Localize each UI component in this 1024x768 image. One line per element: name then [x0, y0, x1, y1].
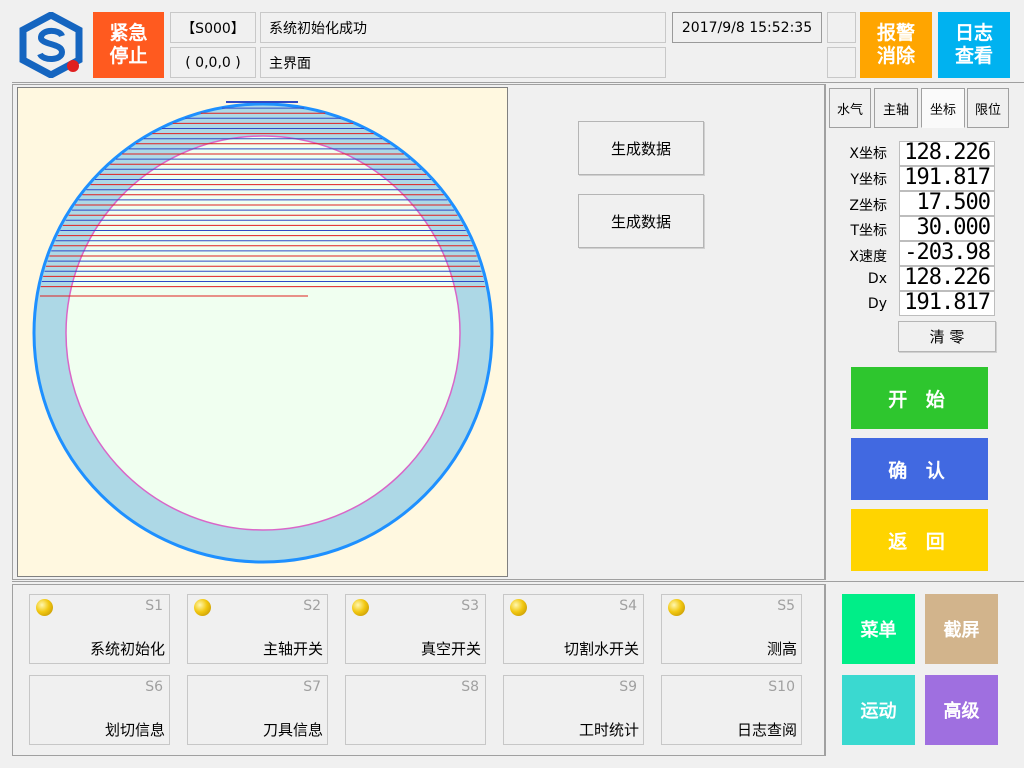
advanced-button[interactable]: 高级	[925, 675, 998, 745]
status-button-tool-info[interactable]: S7 刀具信息	[187, 675, 328, 745]
status-button-vacuum-switch[interactable]: S3 真空开关	[345, 594, 486, 664]
status-button-system-init[interactable]: S1 系统初始化	[29, 594, 170, 664]
status-button-spindle-switch[interactable]: S2 主轴开关	[187, 594, 328, 664]
generate-data-button-2[interactable]: 生成数据	[578, 194, 704, 248]
status-button-work-hours-stats[interactable]: S9 工时统计	[503, 675, 644, 745]
coord-label-x: X坐标	[849, 146, 887, 162]
status-button-code: S4	[619, 598, 637, 614]
position-readout: ( 0,0,0 )	[170, 47, 256, 78]
screenshot-button[interactable]: 截屏	[925, 594, 998, 664]
status-indicator-icon	[352, 599, 369, 616]
coord-value-dx: 128.226	[899, 266, 995, 291]
status-button-label: 工时统计	[578, 721, 639, 739]
status-button-code: S3	[461, 598, 479, 614]
tab-spindle[interactable]: 主轴	[874, 88, 918, 128]
status-button-code: S5	[777, 598, 795, 614]
status-button-label: 日志查阅	[736, 721, 797, 739]
back-button[interactable]: 返 回	[851, 509, 988, 571]
status-button-code: S8	[461, 679, 479, 695]
status-button-cut-info[interactable]: S6 划切信息	[29, 675, 170, 745]
status-button-code: S9	[619, 679, 637, 695]
status-button-log-review[interactable]: S10 日志查阅	[661, 675, 802, 745]
status-code: 【S000】	[170, 12, 256, 43]
status-button-label: 主轴开关	[262, 640, 323, 658]
status-button-s8[interactable]: S8	[345, 675, 486, 745]
company-logo-icon	[16, 11, 86, 79]
status-button-label: 切割水开关	[563, 640, 639, 658]
coord-value-x: 128.226	[899, 141, 995, 166]
status-button-cutting-water-switch[interactable]: S4 切割水开关	[503, 594, 644, 664]
coord-value-t: 30.000	[899, 216, 995, 241]
tab-coordinates[interactable]: 坐标	[921, 88, 965, 128]
status-button-label: 划切信息	[104, 721, 165, 739]
log-view-button[interactable]: 日志 查看	[938, 12, 1010, 78]
clear-zero-button[interactable]: 清 零	[898, 321, 996, 352]
alarm-clear-button[interactable]: 报警 消除	[860, 12, 932, 78]
status-button-label: 测高	[766, 640, 797, 658]
header-separator	[12, 82, 1024, 83]
coord-label-y: Y坐标	[850, 172, 887, 188]
header-blank-cell-1	[827, 12, 856, 43]
status-message: 系统初始化成功	[260, 12, 666, 43]
status-indicator-icon	[36, 599, 53, 616]
wafer-diagram	[32, 101, 494, 564]
coord-value-dy: 191.817	[899, 291, 995, 316]
coord-label-dy: Dy	[867, 296, 887, 312]
status-indicator-icon	[668, 599, 685, 616]
status-button-height-measure[interactable]: S5 测高	[661, 594, 802, 664]
screen-name: 主界面	[260, 47, 666, 78]
start-button[interactable]: 开 始	[851, 367, 988, 429]
datetime: 2017/9/8 15:52:35	[672, 12, 822, 43]
motion-button[interactable]: 运动	[842, 675, 915, 745]
status-button-code: S1	[145, 598, 163, 614]
menu-button[interactable]: 菜单	[842, 594, 915, 664]
generate-data-button-1[interactable]: 生成数据	[578, 121, 704, 175]
tab-limits[interactable]: 限位	[967, 88, 1009, 128]
coord-value-z: 17.500	[899, 191, 995, 216]
status-button-code: S2	[303, 598, 321, 614]
coord-label-dx: Dx	[867, 271, 887, 287]
header-blank-cell-2	[827, 47, 856, 78]
status-button-label: 系统初始化	[89, 640, 165, 658]
coord-label-x-speed: X速度	[849, 249, 887, 265]
coord-value-y: 191.817	[899, 166, 995, 191]
status-indicator-icon	[510, 599, 527, 616]
emergency-stop-button[interactable]: 紧急 停止	[93, 12, 164, 78]
confirm-button[interactable]: 确 认	[851, 438, 988, 500]
coord-value-x-speed: -203.98	[899, 241, 995, 266]
coord-label-t: T坐标	[850, 223, 887, 239]
status-button-code: S10	[768, 679, 795, 695]
status-button-code: S6	[145, 679, 163, 695]
wafer-view	[17, 87, 508, 577]
status-button-label: 刀具信息	[262, 721, 323, 739]
status-indicator-icon	[194, 599, 211, 616]
tab-water-gas[interactable]: 水气	[829, 88, 871, 128]
bottom-separator	[12, 581, 1024, 582]
status-button-label: 真空开关	[420, 640, 481, 658]
coord-label-z: Z坐标	[849, 198, 887, 214]
status-button-code: S7	[303, 679, 321, 695]
